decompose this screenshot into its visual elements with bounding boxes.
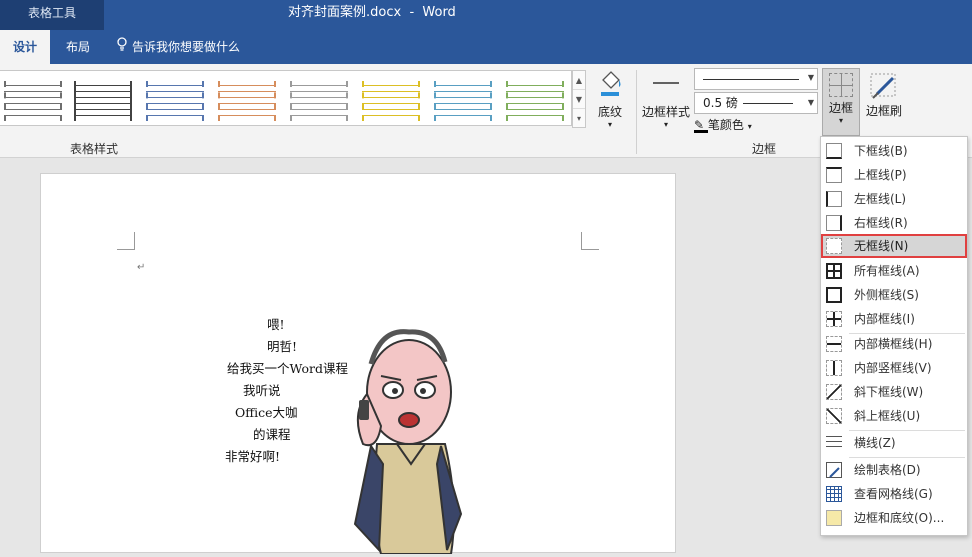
diagonal-down-border-icon (826, 384, 842, 400)
margin-corner-left (117, 232, 135, 250)
tell-me-text: 告诉我你想要做什么 (132, 40, 241, 54)
table-style-thumb[interactable] (74, 81, 132, 121)
menu-item-view-gridlines[interactable]: 查看网格线(G) (821, 482, 967, 506)
menu-item-no-border[interactable]: 无框线(N) (821, 234, 967, 258)
menu-item-horizontal-line[interactable]: 横线(Z) (821, 431, 967, 455)
right-border-icon (826, 215, 842, 231)
bottom-border-icon (826, 143, 842, 159)
table-style-thumb[interactable] (4, 81, 62, 121)
line-weight-preview (743, 103, 793, 104)
table-style-thumb[interactable] (290, 81, 348, 121)
chevron-down-icon: ▾ (838, 116, 843, 125)
border-styles-button[interactable]: 边框样式 ▾ (640, 68, 692, 129)
diagonal-up-border-icon (826, 408, 842, 424)
table-style-thumb[interactable] (146, 81, 204, 121)
border-painter-label: 边框刷 (865, 104, 902, 118)
menu-item-top-border[interactable]: 上框线(P) (821, 163, 967, 187)
borders-dropdown-menu: 下框线(B) 上框线(P) 左框线(L) 右框线(R) 无框线(N) 所有框线(… (820, 136, 968, 536)
paint-bucket-icon (592, 68, 628, 101)
chevron-down-icon: ▾ (663, 120, 668, 129)
paragraph-mark: ↵ (137, 262, 146, 273)
cartoon-old-man-image[interactable] (341, 314, 471, 555)
table-style-thumb[interactable] (362, 81, 420, 121)
all-borders-icon (826, 263, 842, 279)
ribbon-tab-row: 设计 布局 告诉我你想要做什么 (0, 30, 972, 64)
menu-item-all-borders[interactable]: 所有框线(A) (821, 259, 967, 283)
view-gridlines-icon (826, 486, 842, 502)
borders-and-shading-icon (826, 510, 842, 526)
inside-borders-icon (826, 311, 842, 327)
borders-button-label: 边框 (828, 101, 853, 115)
inside-horizontal-border-icon (826, 336, 842, 352)
lightbulb-icon (116, 30, 128, 64)
group-divider (636, 70, 637, 154)
menu-item-outside-borders[interactable]: 外侧框线(S) (821, 283, 967, 307)
line-style-preview (703, 79, 799, 80)
menu-item-left-border[interactable]: 左框线(L) (821, 187, 967, 211)
draw-table-icon (826, 462, 842, 478)
no-border-icon (826, 238, 842, 254)
context-tab-table-tools[interactable]: 表格工具 (0, 0, 104, 30)
outside-borders-icon (826, 287, 842, 303)
left-border-icon (826, 191, 842, 207)
menu-item-diagonal-up-border[interactable]: 斜上框线(U) (821, 404, 967, 428)
border-painter-button[interactable]: 边框刷 (864, 68, 904, 136)
line-style-dropdown[interactable]: ▼ (694, 68, 818, 90)
table-style-thumb[interactable] (506, 81, 564, 121)
gallery-down-icon[interactable]: ▼ (573, 90, 585, 109)
menu-item-right-border[interactable]: 右框线(R) (821, 211, 967, 235)
horizontal-line-icon (826, 435, 842, 451)
chevron-down-icon: ▾ (747, 122, 752, 131)
group-label-table-styles: 表格样式 (70, 142, 119, 156)
shading-button[interactable]: 底纹 ▾ (592, 68, 628, 129)
chevron-down-icon: ▼ (807, 73, 814, 82)
border-styles-label: 边框样式 (641, 105, 690, 119)
window-title: 对齐封面案例.docx - Word (288, 5, 456, 20)
line-weight-value: 0.5 磅 (703, 96, 738, 110)
pen-color-label: 笔颜色 (707, 118, 744, 132)
shading-label: 底纹 (597, 105, 622, 119)
menu-item-inside-vertical-border[interactable]: 内部竖框线(V) (821, 356, 967, 380)
menu-item-inside-horizontal-border[interactable]: 内部横框线(H) (821, 332, 967, 356)
gallery-scrollbar[interactable]: ▲ ▼ ▾ (572, 70, 586, 128)
menu-item-inside-borders[interactable]: 内部框线(I) (821, 307, 967, 331)
gallery-up-icon[interactable]: ▲ (573, 71, 585, 90)
gallery-more-icon[interactable]: ▾ (573, 109, 585, 128)
tab-layout[interactable]: 布局 (56, 30, 100, 64)
pen-color-swatch (694, 130, 708, 133)
top-border-icon (826, 167, 842, 183)
table-styles-gallery[interactable] (0, 70, 572, 126)
tab-design[interactable]: 设计 (0, 30, 50, 64)
group-label-borders: 边框 (752, 142, 777, 156)
borders-button[interactable]: 边框 ▾ (822, 68, 860, 136)
table-style-thumb[interactable] (218, 81, 276, 121)
borders-grid-icon (829, 73, 853, 97)
pen-color-button[interactable]: ✎ 笔颜色 ▾ (694, 116, 752, 136)
inside-vertical-border-icon (826, 360, 842, 376)
tell-me-box[interactable]: 告诉我你想要做什么 (116, 30, 240, 64)
table-style-thumb[interactable] (434, 81, 492, 121)
line-weight-dropdown[interactable]: 0.5 磅 ▼ (694, 92, 818, 114)
menu-item-borders-and-shading[interactable]: 边框和底纹(O)... (821, 506, 967, 530)
border-painter-icon (869, 72, 899, 100)
title-bar: 表格工具 对齐封面案例.docx - Word (0, 0, 972, 30)
document-page[interactable]: ↵ 喂! 明哲! 给我买一个Word课程 我听说 Office大咖 的课程 非常… (40, 173, 676, 555)
menu-item-diagonal-down-border[interactable]: 斜下框线(W) (821, 380, 967, 404)
border-style-line-icon (640, 68, 692, 101)
margin-corner-right (581, 232, 599, 250)
menu-item-draw-table[interactable]: 绘制表格(D) (821, 458, 967, 482)
menu-item-bottom-border[interactable]: 下框线(B) (821, 139, 967, 163)
chevron-down-icon: ▼ (807, 98, 814, 107)
chevron-down-icon: ▾ (607, 120, 612, 129)
